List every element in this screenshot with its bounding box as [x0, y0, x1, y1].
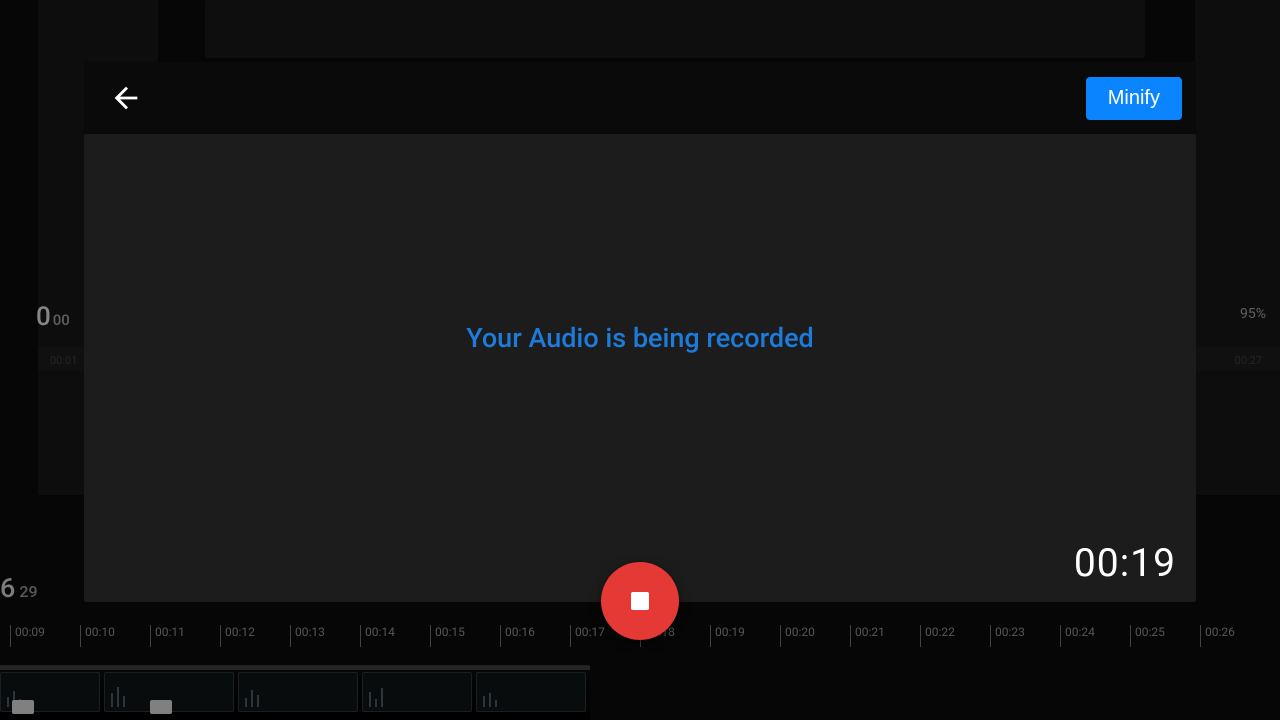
back-button[interactable] — [104, 76, 148, 120]
recording-status-text: Your Audio is being recorded — [84, 322, 1196, 354]
recording-modal: Minify Your Audio is being recorded 00:1… — [84, 62, 1196, 602]
minify-button[interactable]: Minify — [1086, 77, 1182, 120]
arrow-left-icon — [109, 81, 143, 115]
stop-recording-button[interactable] — [601, 562, 679, 640]
modal-header: Minify — [84, 62, 1196, 134]
recording-timer: 00:19 — [1074, 540, 1176, 586]
stop-icon — [631, 592, 649, 610]
modal-body: Your Audio is being recorded 00:19 — [84, 134, 1196, 602]
